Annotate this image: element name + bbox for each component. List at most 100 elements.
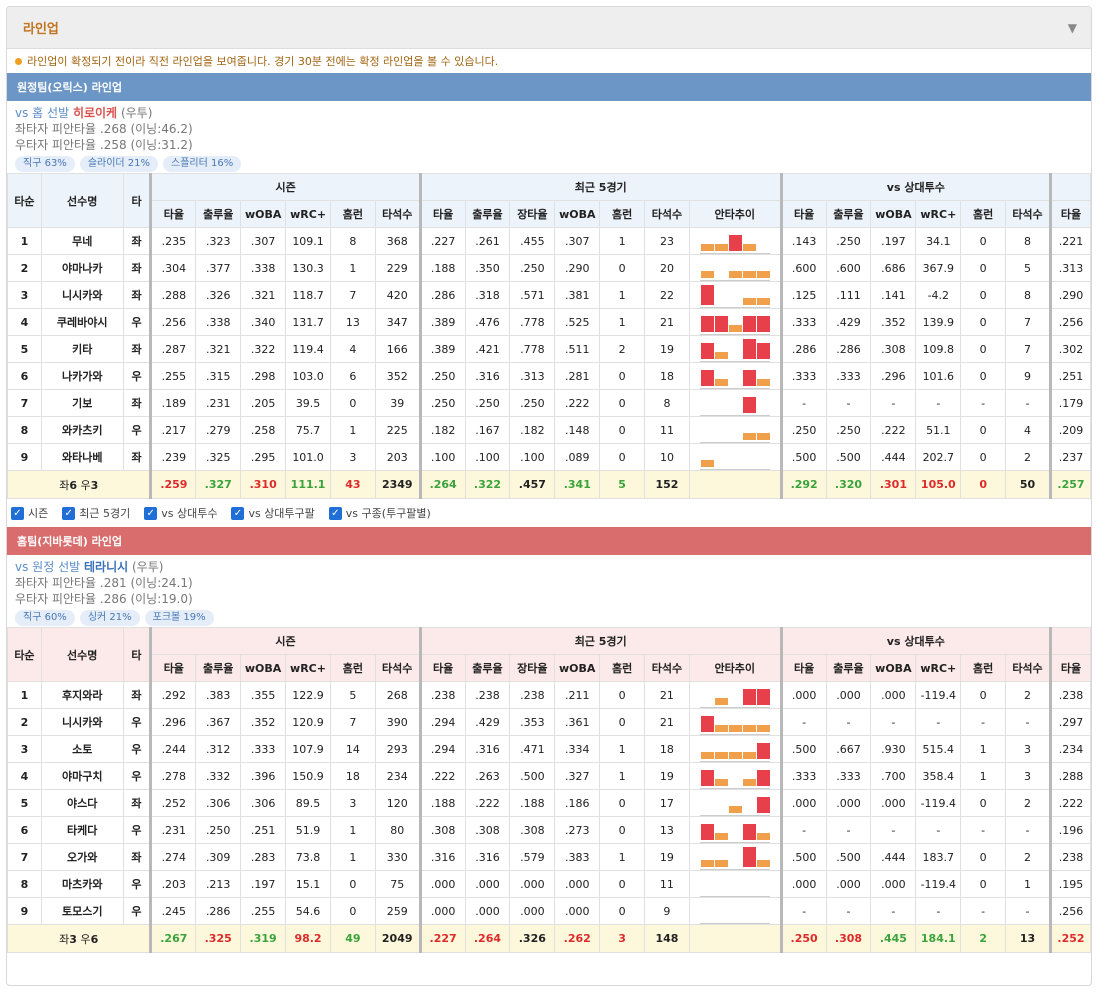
recent-stat: 19 — [643, 762, 690, 790]
table-row[interactable]: 7 기보 좌 .189.231.205 39.5 0 39.250.250.250.222 0… — [7, 389, 1091, 417]
season-stat: .255 — [240, 897, 287, 925]
recent-stat: 20 — [644, 254, 690, 282]
column-header: 타율 — [1048, 654, 1091, 682]
recent-stat: .334 — [554, 735, 601, 763]
batting-hand: 우 — [122, 708, 152, 736]
checkbox-recent5[interactable]: ✓ 최근 5경기 — [62, 505, 130, 521]
panel-header[interactable]: 라인업 ▼ — [7, 7, 1091, 49]
opposing-pitcher-info: vs 홈 선발 히로이케 (우투) 좌타자 피안타율 .268 (이닝:46.2)… — [7, 101, 1091, 173]
season-stat: .235 — [149, 227, 197, 255]
table-row[interactable]: 9 와타나베 좌 .239.325.295 101.0 3 203.100.100.100.… — [7, 443, 1091, 471]
vs-pitcher-stat: 0 — [960, 227, 1007, 255]
hit-trend-bar — [728, 751, 742, 759]
hit-trend-bar — [714, 243, 728, 251]
table-row[interactable]: 8 마츠카와 우 .203.213.197 15.1 0 75.000.000.000.00… — [7, 870, 1091, 898]
player-name[interactable]: 니시카와 — [40, 708, 124, 736]
pitcher-name[interactable]: 히로이케 — [73, 106, 117, 120]
checkbox-season[interactable]: ✓ 시즌 — [11, 505, 48, 521]
table-row[interactable]: 6 나카가와 우 .255.315.298 103.0 6 352.250.316.313.… — [7, 362, 1091, 390]
vs-pitcher-stat: - — [1005, 897, 1051, 925]
player-name[interactable]: 기보 — [40, 389, 124, 417]
player-name[interactable]: 쿠레바야시 — [40, 308, 124, 336]
table-row[interactable]: 4 쿠레바야시 우 .256.338.340 131.7 13 347.389.476.77… — [7, 308, 1091, 336]
total-vs-stat: .301 — [870, 470, 917, 499]
table-row[interactable]: 9 토모스기 우 .245.286.255 54.6 0 259.000.000.000.0… — [7, 897, 1091, 925]
player-name[interactable]: 오가와 — [40, 843, 124, 871]
player-name[interactable]: 마츠카와 — [40, 870, 124, 898]
checkbox-checked-icon[interactable]: ✓ — [328, 506, 342, 520]
season-stat: .252 — [149, 789, 197, 817]
column-header: vs 상대투수 — [779, 173, 1051, 201]
checkbox-vs-pitch-type[interactable]: ✓ vs 구종(투구팔별) — [328, 505, 431, 521]
player-name[interactable]: 토모스기 — [40, 897, 124, 925]
hit-trend-cell — [688, 362, 782, 390]
hit-trend-bar — [756, 432, 770, 440]
vs-pitcher-stat: - — [1005, 708, 1051, 736]
hit-trend-bar — [756, 724, 770, 732]
table-row[interactable]: 1 후지와라 좌 .292.383.355 122.9 5 268.238.238.238.… — [7, 681, 1091, 709]
table-row[interactable]: 6 타케다 우 .231.250.251 51.9 1 80.308.308.308.273… — [7, 816, 1091, 844]
hit-trend-chart — [699, 229, 770, 254]
column-header: 출루율 — [195, 200, 242, 228]
table-row[interactable]: 5 야스다 좌 .252.306.306 89.5 3 120.188.222.188.18… — [7, 789, 1091, 817]
batting-order: 1 — [7, 227, 42, 255]
collapse-toggle-icon[interactable]: ▼ — [1068, 21, 1077, 35]
table-row[interactable]: 8 와카츠키 우 .217.279.258 75.7 1 225.182.167.182.1… — [7, 416, 1091, 444]
total-trend-blank — [688, 924, 782, 953]
total-season-stat: .319 — [240, 924, 287, 953]
checkbox-checked-icon[interactable]: ✓ — [144, 506, 158, 520]
player-name[interactable]: 야마구치 — [40, 762, 124, 790]
hit-trend-bar — [728, 270, 742, 278]
season-stat: 54.6 — [285, 897, 331, 925]
table-row[interactable]: 4 야마구치 우 .278.332.396 150.9 18 234.222.263.500… — [7, 762, 1091, 790]
table-row[interactable]: 1 무네 좌 .235.323.307 109.1 8 368.227.261.455.30… — [7, 227, 1091, 255]
vs-pitcher-stat: 1 — [960, 735, 1007, 763]
vs-pitcher-stat: .250 — [825, 227, 872, 255]
season-stat: .332 — [195, 762, 242, 790]
season-stat: 118.7 — [285, 281, 332, 309]
hit-trend-bar — [742, 270, 756, 278]
checkbox-checked-icon[interactable]: ✓ — [231, 506, 245, 520]
player-name[interactable]: 소토 — [40, 735, 124, 763]
player-name[interactable]: 무네 — [40, 227, 124, 255]
table-row[interactable]: 2 니시카와 우 .296.367.352 120.9 7 390.294.429.353.… — [7, 708, 1091, 736]
column-header: 최근 5경기 — [418, 173, 782, 201]
checkbox-vs-pitcher[interactable]: ✓ vs 상대투수 — [144, 505, 217, 521]
season-stat: .217 — [149, 416, 197, 444]
vs-pitcher-stat: 9 — [1005, 362, 1051, 390]
hit-trend-bar — [756, 315, 770, 332]
table-row[interactable]: 7 오가와 좌 .274.309.283 73.8 1 330.316.316.579.38… — [7, 843, 1091, 871]
player-name[interactable]: 야마나카 — [40, 254, 124, 282]
player-name[interactable]: 후지와라 — [40, 681, 124, 709]
recent-stat: .182 — [509, 416, 556, 444]
recent-stat: 19 — [643, 843, 690, 871]
player-name[interactable]: 와타나베 — [40, 443, 124, 471]
vs-pitcher-stat: - — [870, 389, 917, 417]
notice: 라인업이 확정되기 전이라 직전 라인업을 보여줍니다. 경기 30분 전에는 … — [7, 49, 1091, 73]
table-row[interactable]: 3 소토 우 .244.312.333 107.9 14 293.294.316.471.3… — [7, 735, 1091, 763]
batting-hand: 좌 — [122, 281, 152, 309]
table-row[interactable]: 2 야마나카 좌 .304.377.338 130.3 1 229.188.350.250.… — [7, 254, 1091, 282]
recent-stat: .389 — [418, 335, 466, 363]
player-name[interactable]: 야스다 — [40, 789, 124, 817]
batting-order: 2 — [7, 708, 42, 736]
season-stat: 89.5 — [285, 789, 331, 817]
player-name[interactable]: 나카가와 — [40, 362, 124, 390]
table-row[interactable]: 5 키타 좌 .287.321.322 119.4 4 166.389.421.778.51… — [7, 335, 1091, 363]
season-stat: 75.7 — [285, 416, 332, 444]
player-name[interactable]: 니시카와 — [40, 281, 124, 309]
season-stat: 166 — [374, 335, 421, 363]
checkbox-vs-pitcher-arm[interactable]: ✓ vs 상대투구팔 — [231, 505, 315, 521]
player-name[interactable]: 타케다 — [40, 816, 124, 844]
vs-pitcher-stat: .500 — [779, 443, 827, 471]
vs-pitcher-stat: .222 — [870, 416, 917, 444]
checkbox-checked-icon[interactable]: ✓ — [62, 506, 76, 520]
recent-stat: 0 — [599, 443, 646, 471]
checkbox-checked-icon[interactable]: ✓ — [11, 506, 24, 520]
player-name[interactable]: 키타 — [40, 335, 124, 363]
extra-avg: .195 — [1048, 870, 1091, 898]
player-name[interactable]: 와카츠키 — [40, 416, 124, 444]
table-row[interactable]: 3 니시카와 좌 .288.326.321 118.7 7 420.286.318.571.… — [7, 281, 1091, 309]
pitcher-name[interactable]: 테라니시 — [84, 560, 128, 574]
extra-avg: .313 — [1048, 254, 1091, 282]
